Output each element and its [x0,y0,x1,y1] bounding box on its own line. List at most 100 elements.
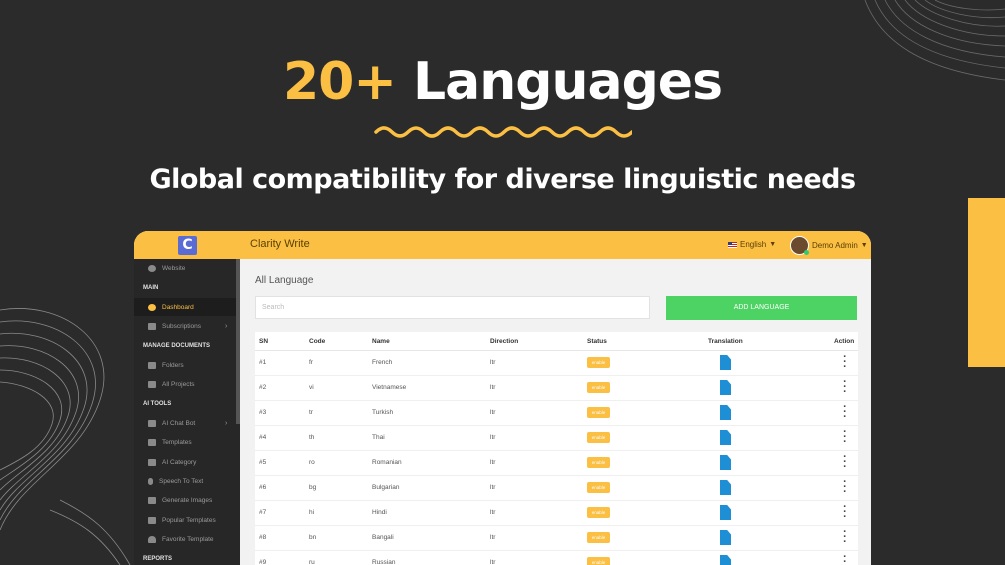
column-header-action: Action [834,338,855,345]
status-badge[interactable]: enable [587,557,610,565]
chevron-down-icon: ▼ [769,241,777,248]
chevron-right-icon: › [225,323,228,330]
sidebar-item-all-projects[interactable]: All Projects [148,381,195,388]
cell-direction: ltr [490,534,496,541]
subscription-icon [148,323,156,330]
cell-direction: ltr [490,409,496,416]
document-icon[interactable] [720,480,731,495]
document-icon[interactable] [720,530,731,545]
column-header-code: Code [309,338,326,345]
more-vertical-icon[interactable]: ··· [843,527,847,548]
sidebar-heading-ai-tools: AI TOOLS [143,401,172,407]
sidebar-item-speech-to-text[interactable]: Speech To Text [148,478,203,485]
more-vertical-icon[interactable]: ··· [843,502,847,523]
column-header-status: Status [587,338,607,345]
table-header: SN Code Name Direction Status Translatio… [255,332,858,351]
cell-direction: ltr [490,434,496,441]
cell-sn: #3 [259,409,267,416]
template-icon [148,439,156,446]
table-row: #6 bg Bulgarian ltr enable · · · [255,476,858,501]
more-vertical-icon[interactable]: ··· [843,377,847,398]
chat-icon [148,420,156,427]
sidebar-item-label: Popular Templates [162,517,216,524]
status-badge[interactable]: enable [587,432,610,443]
cell-name: Bangali [372,534,394,541]
more-vertical-icon[interactable]: ··· [843,477,847,498]
language-selector[interactable]: English ▼ [728,240,776,249]
cell-code: ru [309,559,315,565]
cell-name: Thai [372,434,385,441]
status-badge[interactable]: enable [587,407,610,418]
search-input[interactable]: Search [255,296,650,319]
user-menu[interactable]: Demo Admin ▼ [790,236,868,255]
cell-name: French [372,359,393,366]
cell-sn: #7 [259,509,267,516]
cell-sn: #8 [259,534,267,541]
category-icon [148,459,156,466]
status-badge[interactable]: enable [587,357,610,368]
status-badge[interactable]: enable [587,457,610,468]
cell-name: Vietnamese [372,384,407,391]
more-vertical-icon[interactable]: ··· [843,427,847,448]
document-icon[interactable] [720,355,731,370]
cell-direction: ltr [490,509,496,516]
document-icon[interactable] [720,455,731,470]
sidebar-item-ai-category[interactable]: AI Category [148,459,196,466]
more-vertical-icon[interactable]: ··· [843,352,847,373]
cell-code: hi [309,509,315,516]
chevron-right-icon: › [225,420,228,427]
cell-direction: ltr [490,559,496,565]
table-row: #8 bn Bangali ltr enable · · · [255,526,858,551]
sidebar-item-ai-chat-bot[interactable]: AI Chat Bot [148,420,195,427]
cell-name: Russian [372,559,396,565]
sidebar-item-dashboard[interactable]: Dashboard [148,304,194,311]
sidebar-item-label: AI Category [162,459,197,466]
image-icon [148,497,156,504]
chart-icon [148,517,156,524]
page-title: All Language [255,275,314,286]
table-row: #7 hi Hindi ltr enable · · · [255,501,858,526]
add-language-button[interactable]: ADD LANGUAGE [666,296,857,320]
document-icon[interactable] [720,505,731,520]
status-badge[interactable]: enable [587,382,610,393]
sidebar-item-website[interactable]: Website [148,265,185,272]
more-vertical-icon[interactable]: ··· [843,452,847,473]
language-table: SN Code Name Direction Status Translatio… [255,332,858,565]
document-icon[interactable] [720,405,731,420]
main-content: All Language Search ADD LANGUAGE SN Code… [240,259,871,565]
table-row: #2 vi Vietnamese ltr enable · · · [255,376,858,401]
sidebar-item-label: Subscriptions [162,323,202,330]
sidebar-item-popular-templates[interactable]: Popular Templates [148,517,216,524]
cell-code: tr [309,409,313,416]
sidebar-heading-main: MAIN [143,285,159,291]
hero-accent: 20+ [282,52,397,112]
sidebar-item-templates[interactable]: Templates [148,439,192,446]
sidebar-item-label: Speech To Text [159,478,204,485]
table-row: #4 th Thai ltr enable · · · [255,426,858,451]
sidebar-item-folders[interactable]: Folders [148,362,184,369]
cell-direction: ltr [490,384,496,391]
cell-name: Turkish [372,409,394,416]
status-badge[interactable]: enable [587,482,610,493]
sidebar-item-generate-images[interactable]: Generate Images [148,497,212,504]
sidebar-item-subscriptions[interactable]: Subscriptions [148,323,201,330]
app-logo[interactable]: C [178,236,197,255]
cell-name: Hindi [372,509,387,516]
language-label: English [740,240,767,249]
document-icon[interactable] [720,430,731,445]
folder-icon [148,362,156,369]
document-icon[interactable] [720,380,731,395]
sidebar-item-label: All Projects [162,381,195,388]
status-badge[interactable]: enable [587,532,610,543]
column-header-direction: Direction [490,338,519,345]
sidebar-item-favorite-template[interactable]: Favorite Template [148,536,214,543]
sidebar-heading-manage-documents: MANAGE DOCUMENTS [143,343,210,349]
cell-code: fr [309,359,313,366]
more-vertical-icon[interactable]: ··· [843,402,847,423]
brand-name: Clarity Write [250,238,310,250]
status-badge[interactable]: enable [587,507,610,518]
more-vertical-icon[interactable]: ··· [843,552,847,565]
sidebar-item-label: Website [162,265,186,272]
document-icon[interactable] [720,555,731,565]
sidebar-item-label: Templates [162,439,192,446]
